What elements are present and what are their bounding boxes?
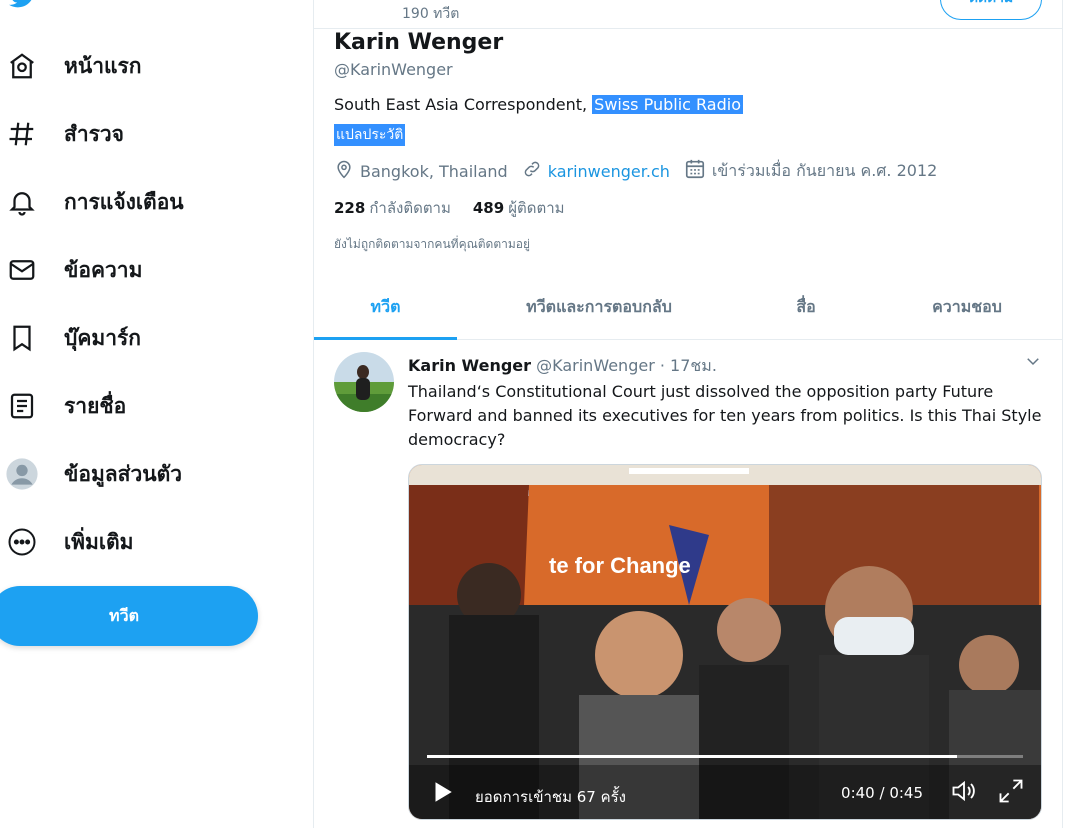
profile-handle: @KarinWenger (334, 60, 453, 79)
sidebar-item-bookmarks[interactable]: บุ๊คมาร์ก (0, 310, 141, 366)
volume-icon[interactable] (949, 777, 979, 809)
location-text: Bangkok, Thailand (360, 161, 508, 181)
follow-button[interactable]: ติดตาม (940, 0, 1042, 20)
video-sign-text: te for Change (549, 553, 691, 578)
tweet-count: 190 ทวีต (402, 6, 460, 22)
video-progress-fill (427, 755, 958, 758)
not-followed-note: ยังไม่ถูกติดตามจากคนที่คุณติดตามอยู่ (334, 237, 530, 251)
sidebar-item-label: การแจ้งเตือน (64, 189, 184, 214)
play-icon[interactable] (429, 779, 455, 809)
tweet-author-name[interactable]: Karin Wenger (408, 356, 531, 375)
profile-name: Karin Wenger (334, 30, 504, 55)
following-count: 228 (334, 199, 366, 217)
sidebar-item-label: หน้าแรก (64, 53, 142, 78)
chevron-down-icon[interactable] (1024, 352, 1042, 374)
tab-media[interactable]: สื่อ (741, 276, 871, 339)
tab-tweets-and-replies[interactable]: ทวีตและการตอบกลับ (457, 276, 741, 339)
following-label: กำลังติดตาม (369, 199, 451, 217)
video-elapsed: 0:40 (841, 784, 875, 802)
bookmark-icon (0, 316, 44, 360)
followers-label: ผู้ติดตาม (508, 199, 565, 217)
sidebar-item-label: บุ๊คมาร์ก (64, 325, 142, 350)
sidebar: หน้าแรก สำรวจ การแจ้งเตือน ข้อความ บุ๊คม… (0, 0, 300, 828)
fullscreen-icon[interactable] (997, 777, 1025, 809)
sidebar-item-label: ข้อมูลส่วนตัว (64, 461, 183, 486)
location-pin-icon (334, 159, 360, 183)
sidebar-item-home[interactable]: หน้าแรก (0, 38, 142, 94)
followers-count: 489 (472, 199, 505, 217)
video-view-count: ยอดการเข้าชม 67 ครั้ง (475, 788, 627, 806)
tweet-separator: · (659, 356, 665, 375)
video-time: 0:40 / 0:45 (841, 784, 923, 802)
joined-text: เข้าร่วมเมื่อ กันยายน ค.ศ. 2012 (711, 160, 938, 180)
website-link[interactable]: karinwenger.ch (548, 162, 670, 181)
tweet-text: Thailand‘s Constitutional Court just dis… (408, 382, 1042, 449)
calendar-icon (684, 158, 712, 184)
sidebar-item-lists[interactable]: รายชื่อ (0, 378, 126, 434)
tweet-time[interactable]: 17ชม. (670, 356, 717, 375)
tweet-header: Karin Wenger @KarinWenger · 17ชม. (408, 354, 717, 379)
profile-meta: Bangkok, Thailand karinwenger.ch เข้าร่ว… (334, 158, 951, 184)
back-arrow-icon[interactable]: ← (336, 0, 354, 5)
tweet-avatar[interactable] (334, 352, 394, 412)
more-icon (0, 520, 44, 564)
home-icon (0, 44, 44, 88)
sidebar-item-explore[interactable]: สำรวจ (0, 106, 124, 162)
joined-item: เข้าร่วมเมื่อ กันยายน ค.ศ. 2012 (684, 158, 937, 184)
sidebar-item-label: เพิ่มเติม (64, 529, 134, 554)
website-item[interactable]: karinwenger.ch (522, 159, 670, 183)
sidebar-item-messages[interactable]: ข้อความ (0, 242, 142, 298)
sidebar-item-notifications[interactable]: การแจ้งเตือน (0, 174, 184, 230)
header-divider (314, 28, 1062, 29)
profile-tabs: ทวีต ทวีตและการตอบกลับ สื่อ ความชอบ (314, 276, 1062, 340)
link-icon (522, 159, 548, 183)
tweet-video[interactable]: te for Change ยอดการเข้าชม 67 ครั้ง 0:40… (408, 464, 1042, 820)
translate-bio-link[interactable]: แปลประวัติ (334, 124, 406, 146)
video-progress-bar[interactable] (427, 755, 1023, 758)
video-time-separator: / (874, 784, 890, 802)
compose-tweet-button[interactable]: ทวีต (0, 586, 258, 646)
following-stat[interactable]: 228 กำลังติดตาม (334, 199, 451, 217)
profile-bio: South East Asia Correspondent, Swiss Pub… (334, 95, 743, 114)
follow-stats: 228 กำลังติดตาม 489 ผู้ติดตาม (334, 196, 565, 220)
bell-icon (0, 180, 44, 224)
profile-column: ← 190 ทวีต ติดตาม Karin Wenger @KarinWen… (313, 0, 1063, 828)
twitter-logo-icon[interactable] (8, 0, 38, 10)
bio-text: South East Asia Correspondent, (334, 95, 593, 114)
sidebar-item-label: สำรวจ (64, 121, 124, 146)
sidebar-item-more[interactable]: เพิ่มเติม (0, 514, 134, 570)
list-icon (0, 384, 44, 428)
mail-icon (0, 248, 44, 292)
location-item: Bangkok, Thailand (334, 159, 508, 183)
followers-stat[interactable]: 489 ผู้ติดตาม (473, 199, 565, 217)
avatar-icon (0, 452, 44, 496)
video-controls: ยอดการเข้าชม 67 ครั้ง 0:40 / 0:45 (409, 763, 1041, 819)
video-duration: 0:45 (889, 784, 923, 802)
sidebar-item-label: ข้อความ (64, 257, 143, 282)
sidebar-item-label: รายชื่อ (64, 393, 127, 418)
tweet-author-handle[interactable]: @KarinWenger (536, 356, 655, 375)
tab-likes[interactable]: ความชอบ (871, 276, 1063, 339)
bio-highlighted-text: Swiss Public Radio (592, 95, 743, 114)
sidebar-item-profile[interactable]: ข้อมูลส่วนตัว (0, 446, 182, 502)
hashtag-icon (0, 112, 44, 156)
tab-tweets[interactable]: ทวีต (314, 276, 457, 340)
